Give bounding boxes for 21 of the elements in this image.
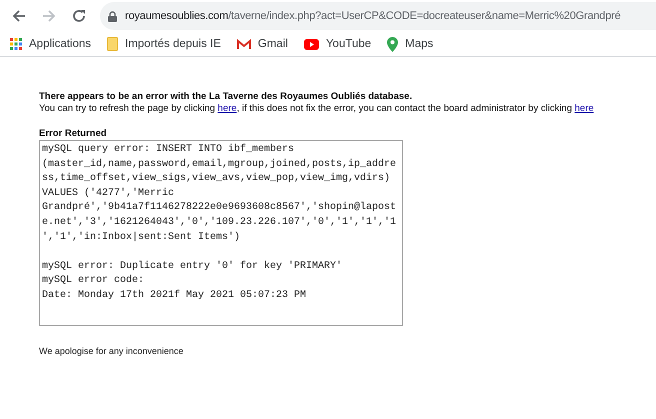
here-link[interactable]: here <box>218 103 237 114</box>
lock-icon <box>108 10 117 22</box>
apology-text: We apologise for any inconvenience <box>39 346 184 356</box>
envelope-icon <box>236 38 251 50</box>
apps-grid-icon <box>10 38 22 50</box>
play-icon <box>304 38 319 50</box>
here-link[interactable]: here <box>574 103 594 114</box>
bookmark[interactable]: Importés depuis IE <box>107 37 221 51</box>
map-pin-icon <box>387 36 398 52</box>
bookmark[interactable]: Applications <box>10 38 92 50</box>
error-label: Error Returned <box>39 128 108 139</box>
reload-icon[interactable] <box>72 9 86 23</box>
bookmark[interactable]: Maps <box>387 36 434 52</box>
error-heading: There appears to be an error with the La Taverne des Royaumes Oubliés database. <box>39 91 414 102</box>
back-arrow-icon[interactable] <box>12 9 26 23</box>
error-message: You can try to refresh the page by clicking here, if this does not fix the error, you can contact the board administrator by clicking here <box>39 103 595 114</box>
bookmark[interactable]: YouTube <box>304 38 372 50</box>
error-text-area[interactable]: mySQL query error: INSERT INTO ibf_members (master_id,name,password,email,mgroup,joined,posts,ip_addre ss,time_offset,view_sigs,view_avs,view_pop,view_img,vdirs) VALUES ('4277','Merric Grandpré','9b41a7f1146278222e0e9693608c8567','shopin@lapost e.net','3','1621264043','0','109.23.226.107','0','1','1','1 ','1','in:Inbox|sent:Sent Items') mySQL error: Duplicate entry '0' for key 'PRIMARY' mySQL error code: Date: Monday 17th 2021f May 2021 05:07:23 PM <box>39 140 403 326</box>
folder-icon <box>107 37 118 51</box>
bookmark[interactable]: Gmail <box>236 38 288 50</box>
address-bar[interactable]: royaumesoublies.com/taverne/index.php?act=UserCP&CODE=docreateuser&name=Merric%20Grandpré <box>100 2 656 30</box>
